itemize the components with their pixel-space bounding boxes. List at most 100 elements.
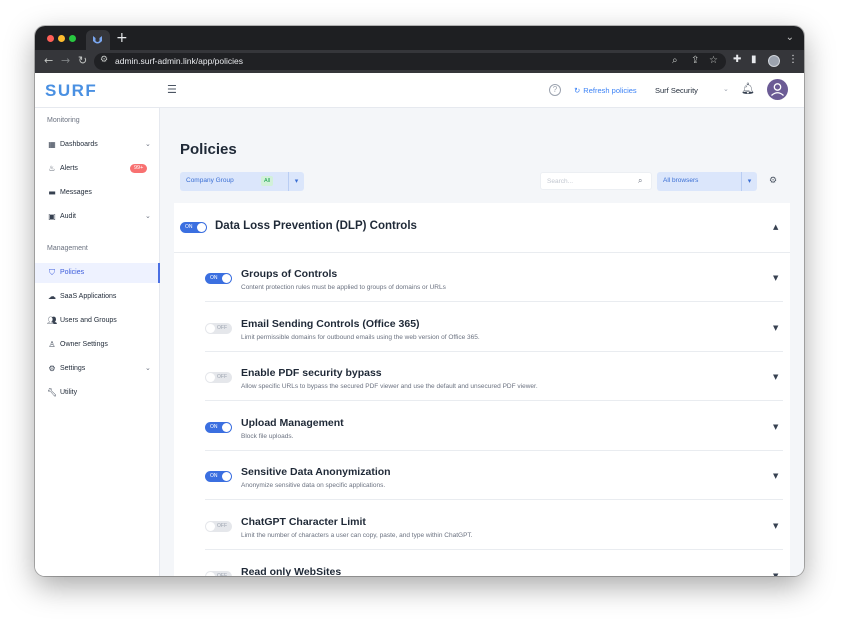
share-icon[interactable]: ⇪ bbox=[691, 55, 699, 66]
policy-row[interactable]: ON Sensitive Data Anonymization Anonymize … bbox=[205, 451, 783, 501]
chevron-down-icon[interactable]: ⌄ bbox=[145, 364, 151, 372]
sidebar-item-settings[interactable]: ⚙ Settings ⌄ bbox=[35, 359, 160, 379]
bell-icon[interactable]: 🔔︎ bbox=[741, 82, 755, 95]
toggle-label: ON bbox=[210, 423, 218, 430]
person-icon bbox=[771, 83, 784, 96]
toggle-label: OFF bbox=[217, 374, 227, 381]
chevron-down-icon[interactable]: ⌄ bbox=[723, 85, 729, 93]
toggle-knob bbox=[222, 472, 231, 482]
new-tab-button[interactable]: + bbox=[116, 30, 128, 46]
site-info-icon[interactable]: ⚙ bbox=[100, 55, 108, 65]
address-bar[interactable]: ⚙ admin.surf-admin.link/app/policies ⌕ ⇪… bbox=[94, 53, 726, 70]
policies-panel: ON Data Loss Prevention (DLP) Controls ▲… bbox=[174, 203, 790, 576]
search-input[interactable]: Search... ⌕ bbox=[540, 172, 652, 190]
shield-icon: ⛉ bbox=[49, 268, 55, 277]
refresh-policies-button[interactable]: ↻ Refresh policies bbox=[574, 86, 637, 95]
toggle-label: ON bbox=[210, 473, 218, 480]
policy-toggle[interactable]: ON bbox=[205, 273, 232, 284]
back-icon[interactable]: ← bbox=[44, 54, 53, 68]
sidebar-item-alerts[interactable]: ♨ Alerts 99+ bbox=[35, 159, 160, 179]
chevron-down-icon[interactable]: ⌄ bbox=[145, 212, 151, 220]
forward-icon[interactable]: → bbox=[61, 54, 70, 68]
browser-window: + ⌄ ← → ↻ ⚙ admin.surf-admin.link/app/po… bbox=[35, 26, 804, 576]
toggle-knob bbox=[222, 274, 231, 283]
user-avatar[interactable] bbox=[767, 79, 788, 100]
sidebar-item-label: Alerts bbox=[60, 165, 78, 172]
sidebar-item-audit[interactable]: ▣ Audit ⌄ bbox=[35, 207, 160, 227]
policy-toggle[interactable]: OFF bbox=[205, 372, 232, 384]
group-filter-select[interactable]: Company Group All ▾ bbox=[180, 172, 304, 191]
policy-description: Allow specific URLs to bypass the secure… bbox=[241, 383, 538, 391]
tab-search-icon[interactable]: ⌄ bbox=[786, 32, 794, 43]
zoom-icon[interactable]: ⌕ bbox=[672, 55, 678, 66]
policy-row[interactable]: OFF Enable PDF security bypass Allow speci… bbox=[205, 352, 783, 402]
sidebar-item-saas-applications[interactable]: ☁ SaaS Applications bbox=[35, 287, 160, 307]
browser-toolbar: ← → ↻ ⚙ admin.surf-admin.link/app/polici… bbox=[35, 50, 804, 73]
refresh-label: Refresh policies bbox=[583, 86, 637, 95]
expand-caret-icon[interactable]: ▼ bbox=[773, 324, 778, 332]
profile-avatar[interactable] bbox=[768, 55, 780, 67]
sidebar-item-policies[interactable]: ⛉ Policies bbox=[35, 263, 160, 283]
sidebar-item-label: Policies bbox=[60, 269, 85, 276]
dlp-section-toggle[interactable]: ON bbox=[180, 222, 207, 233]
collapse-caret-icon[interactable]: ▲ bbox=[773, 223, 778, 231]
extensions-icon[interactable]: ✚ bbox=[733, 54, 741, 65]
minimize-window-button[interactable] bbox=[58, 35, 65, 42]
dashboard-icon: ▦ bbox=[48, 140, 56, 149]
sidebar-section-management: Management bbox=[47, 245, 88, 252]
browser-tab[interactable] bbox=[86, 30, 110, 50]
sidebar-item-utility[interactable]: 🔧︎ Utility bbox=[35, 383, 160, 403]
person-icon: ♙ bbox=[48, 340, 56, 349]
chevron-down-icon[interactable]: ▾ bbox=[741, 172, 757, 191]
expand-caret-icon[interactable]: ▼ bbox=[773, 572, 778, 576]
search-icon[interactable]: ⌕ bbox=[638, 176, 642, 186]
org-selector[interactable]: Surf Security bbox=[655, 86, 698, 95]
policy-toggle[interactable]: ON bbox=[205, 471, 232, 483]
browser-filter-select[interactable]: All browsers ▾ bbox=[657, 172, 757, 191]
expand-caret-icon[interactable]: ▼ bbox=[773, 274, 778, 282]
sidebar-item-users-and-groups[interactable]: 👥︎ Users and Groups bbox=[35, 311, 160, 331]
policy-row[interactable]: OFFRead only WebSitesDisable user intera… bbox=[205, 551, 783, 576]
policy-toggle[interactable]: ON bbox=[205, 421, 232, 433]
dlp-section-header[interactable]: ON Data Loss Prevention (DLP) Controls ▲ bbox=[174, 203, 790, 253]
toggle-label: OFF bbox=[217, 572, 227, 576]
policy-title: Groups of Controls bbox=[241, 268, 338, 280]
sidebar-item-dashboards[interactable]: ▦ Dashboards ⌄ bbox=[35, 135, 160, 155]
chevron-down-icon[interactable]: ▾ bbox=[288, 172, 304, 191]
clipboard-icon: ▣ bbox=[48, 212, 56, 221]
sidepanel-icon[interactable]: ▮ bbox=[751, 54, 757, 65]
browser-menu-icon[interactable]: ⋮ bbox=[788, 54, 798, 65]
expand-caret-icon[interactable]: ▼ bbox=[773, 423, 778, 431]
help-icon[interactable]: ? bbox=[549, 84, 561, 96]
sidebar-item-label: Dashboards bbox=[60, 141, 98, 148]
search-placeholder: Search... bbox=[547, 178, 574, 185]
refresh-icon: ↻ bbox=[574, 86, 581, 95]
toggle-knob bbox=[222, 422, 231, 432]
sidebar-item-owner-settings[interactable]: ♙ Owner Settings bbox=[35, 335, 160, 355]
gear-icon[interactable]: ⚙ bbox=[769, 176, 777, 186]
bookmark-star-icon[interactable]: ☆ bbox=[709, 55, 718, 66]
policy-row[interactable]: ON Upload Management Block file uploads. ▼ bbox=[205, 402, 783, 451]
sidebar-item-label: Messages bbox=[60, 189, 92, 196]
expand-caret-icon[interactable]: ▼ bbox=[773, 522, 778, 530]
alerts-count-badge: 99+ bbox=[130, 164, 148, 173]
reload-icon[interactable]: ↻ bbox=[78, 54, 87, 68]
expand-caret-icon[interactable]: ▼ bbox=[773, 472, 778, 480]
policy-description: Limit permissible domains for outbound e… bbox=[241, 333, 480, 341]
policy-row[interactable]: ON Groups of Controls Content protection r… bbox=[205, 253, 783, 302]
policy-toggle[interactable]: OFF bbox=[205, 322, 232, 334]
policy-row[interactable]: OFF Email Sending Controls (Office 365) Li… bbox=[205, 303, 783, 352]
policy-toggle[interactable]: OFF bbox=[205, 521, 232, 532]
close-window-button[interactable] bbox=[47, 35, 54, 42]
chevron-down-icon[interactable]: ⌄ bbox=[145, 140, 151, 148]
policy-toggle[interactable]: OFF bbox=[205, 570, 232, 576]
menu-collapse-icon[interactable]: ☰ bbox=[167, 83, 177, 96]
policy-title: Read only WebSites bbox=[241, 565, 342, 576]
toggle-label: OFF bbox=[217, 324, 227, 331]
sidebar-section-monitoring: Monitoring bbox=[47, 117, 80, 124]
sidebar-item-messages[interactable]: ▬ Messages bbox=[35, 183, 160, 203]
maximize-window-button[interactable] bbox=[69, 35, 76, 42]
surf-logo[interactable]: SURF bbox=[45, 81, 97, 101]
policy-row[interactable]: OFF ChatGPT Character Limit Limit the numb… bbox=[205, 501, 783, 550]
expand-caret-icon[interactable]: ▼ bbox=[773, 373, 778, 381]
